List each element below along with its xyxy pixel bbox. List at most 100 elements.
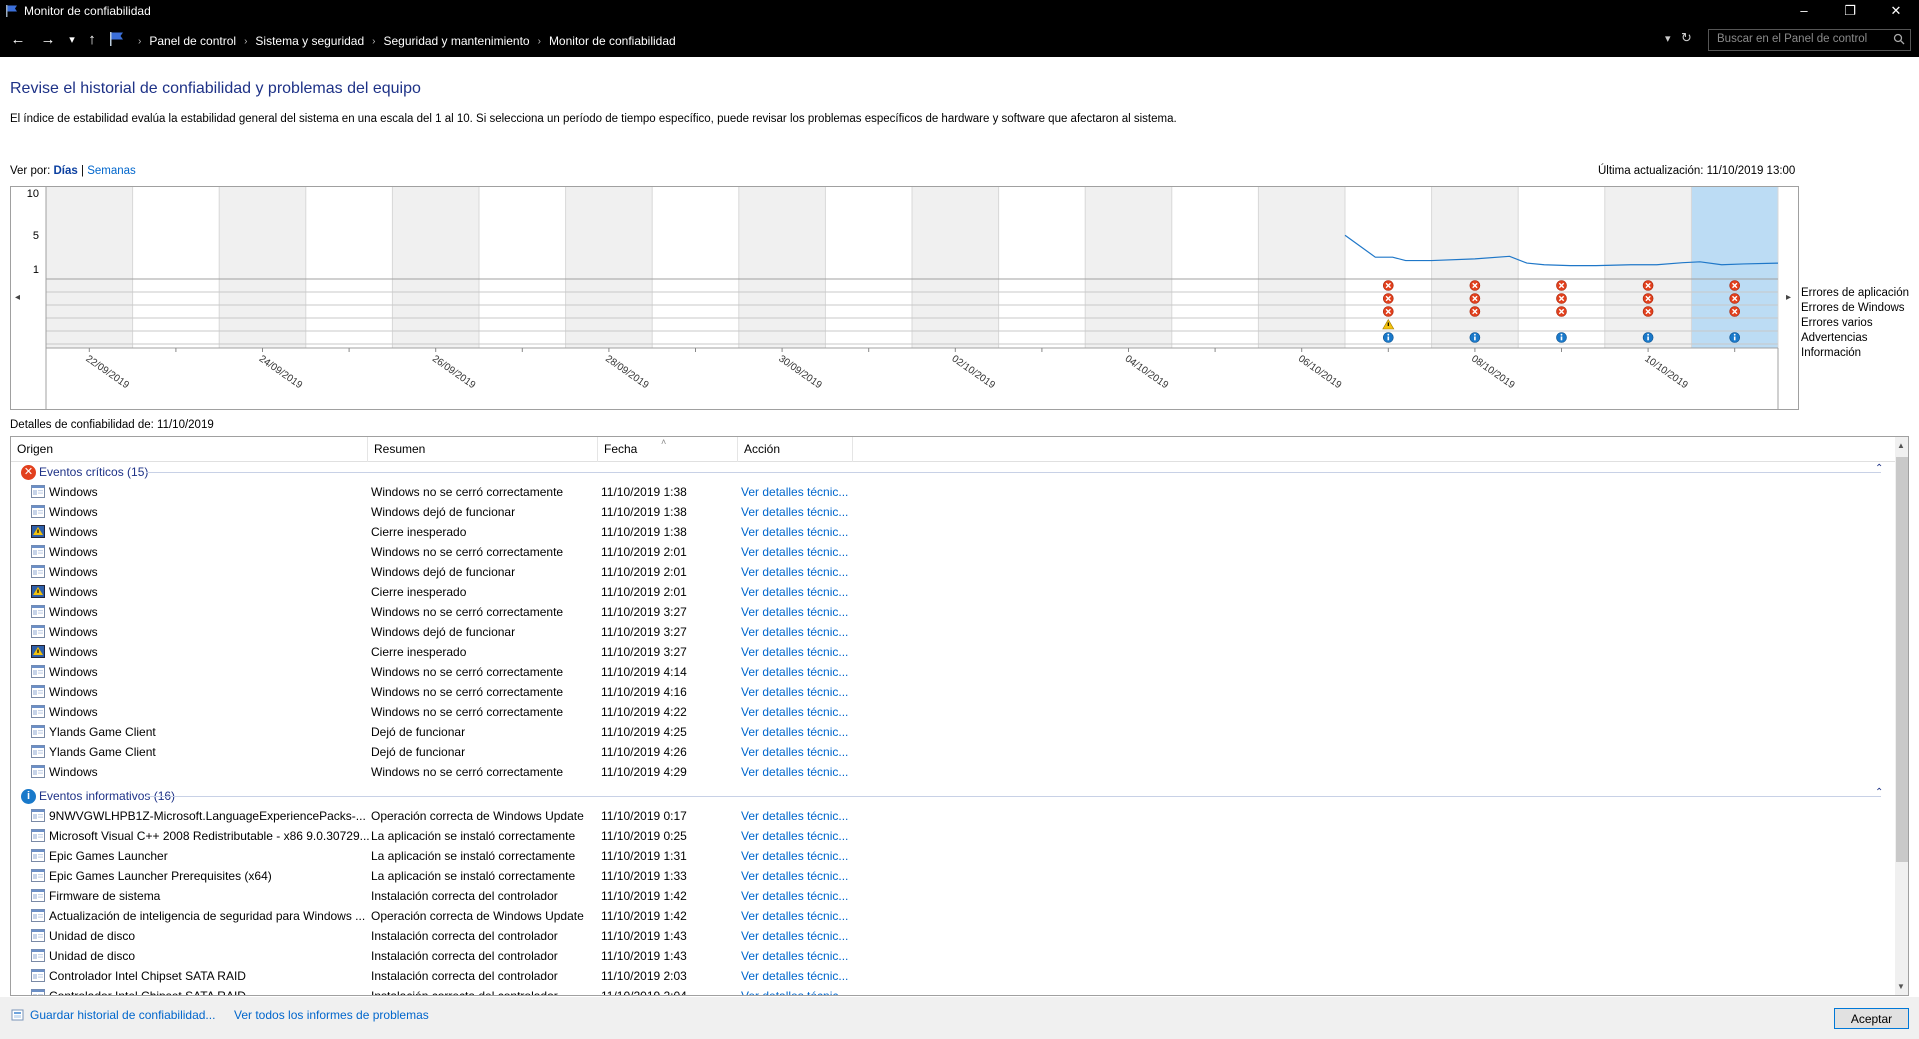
- table-row[interactable]: Microsoft Visual C++ 2008 Redistributabl…: [11, 826, 1895, 846]
- table-row[interactable]: Windows Windows no se cerró correctamente…: [11, 602, 1895, 622]
- view-technical-details-link[interactable]: Ver detalles técnic...: [741, 889, 861, 903]
- vertical-scrollbar[interactable]: ▲ ▼: [1895, 437, 1908, 995]
- address-dropdown-icon[interactable]: ▾: [1665, 32, 1671, 45]
- back-arrow-icon[interactable]: ←: [8, 30, 28, 50]
- x-tick-label: 06/10/2019: [1296, 353, 1344, 391]
- column-header-date[interactable]: Fecha: [598, 437, 738, 462]
- chart-scroll-left-icon[interactable]: ◂: [15, 292, 20, 303]
- scroll-down-icon[interactable]: ▼: [1897, 982, 1905, 991]
- view-technical-details-link[interactable]: Ver detalles técnic...: [741, 725, 861, 739]
- view-days-link[interactable]: Días: [53, 165, 77, 177]
- row-source: Firmware de sistema: [49, 889, 161, 903]
- table-row[interactable]: Windows Windows no se cerró correctamente…: [11, 482, 1895, 502]
- view-technical-details-link[interactable]: Ver detalles técnic...: [741, 765, 861, 779]
- breadcrumb-item[interactable]: Panel de control: [149, 34, 236, 48]
- row-summary: Windows no se cerró correctamente: [371, 665, 564, 679]
- view-technical-details-link[interactable]: Ver detalles técnic...: [741, 645, 861, 659]
- collapse-chevron-icon[interactable]: ⌃: [1875, 463, 1883, 474]
- view-technical-details-link[interactable]: Ver detalles técnic...: [741, 829, 861, 843]
- column-header-summary[interactable]: Resumen: [368, 437, 598, 462]
- minimize-button[interactable]: –: [1781, 0, 1827, 22]
- page-description: El índice de estabilidad evalúa la estab…: [10, 113, 1177, 125]
- collapse-chevron-icon[interactable]: ⌃: [1875, 787, 1883, 798]
- search-input[interactable]: Buscar en el Panel de control: [1708, 29, 1911, 51]
- critical-events-group-header[interactable]: ✕ Eventos críticos (15) ⌃: [11, 462, 1895, 482]
- table-row[interactable]: Controlador Intel Chipset SATA RAID Insta…: [11, 986, 1895, 995]
- view-technical-details-link[interactable]: Ver detalles técnic...: [741, 565, 861, 579]
- chart-column: [1518, 187, 1605, 348]
- view-technical-details-link[interactable]: Ver detalles técnic...: [741, 909, 861, 923]
- row-source: Controlador Intel Chipset SATA RAID: [49, 969, 246, 983]
- column-header-origin[interactable]: Origen: [11, 437, 368, 462]
- view-technical-details-link[interactable]: Ver detalles técnic...: [741, 809, 861, 823]
- row-summary: Dejó de funcionar: [371, 725, 466, 739]
- view-technical-details-link[interactable]: Ver detalles técnic...: [741, 685, 861, 699]
- view-technical-details-link[interactable]: Ver detalles técnic...: [741, 849, 861, 863]
- refresh-icon[interactable]: ↻: [1681, 30, 1692, 46]
- table-row[interactable]: Epic Games Launcher Prerequisites (x64) L…: [11, 866, 1895, 886]
- table-row[interactable]: Windows Windows dejó de funcionar 11/10/20…: [11, 562, 1895, 582]
- table-row[interactable]: Ylands Game Client Dejó de funcionar 11/10…: [11, 742, 1895, 762]
- details-grid[interactable]: Origen Resumen Fecha Acción ˄ ✕ Eventos c…: [10, 436, 1909, 996]
- view-technical-details-link[interactable]: Ver detalles técnic...: [741, 705, 861, 719]
- info-events-group-header[interactable]: i Eventos informativos (16) ⌃: [11, 786, 1895, 806]
- table-row[interactable]: Windows Windows dejó de funcionar 11/10/20…: [11, 502, 1895, 522]
- view-weeks-link[interactable]: Semanas: [87, 165, 136, 177]
- view-technical-details-link[interactable]: Ver detalles técnic...: [741, 485, 861, 499]
- close-button[interactable]: ✕: [1873, 0, 1919, 22]
- reliability-chart-svg[interactable]: 10 5 1 22/09/2019 24/09/2019 26/09/2019 28/09/…: [11, 187, 1798, 409]
- reliability-chart[interactable]: 10 5 1 22/09/2019 24/09/2019 26/09/2019 28/09/…: [10, 186, 1799, 410]
- table-row[interactable]: Unidad de disco Instalación correcta del …: [11, 946, 1895, 966]
- breadcrumb-item[interactable]: Seguridad y mantenimiento: [384, 34, 530, 48]
- recent-locations-icon[interactable]: ▾: [62, 30, 82, 50]
- chart-scroll-right-icon[interactable]: ▸: [1786, 292, 1791, 303]
- view-technical-details-link[interactable]: Ver detalles técnic...: [741, 605, 861, 619]
- table-row[interactable]: Windows Windows dejó de funcionar 11/10/20…: [11, 622, 1895, 642]
- table-row[interactable]: Windows Windows no se cerró correctamente…: [11, 662, 1895, 682]
- view-technical-details-link[interactable]: Ver detalles técnic...: [741, 625, 861, 639]
- table-row[interactable]: Actualización de inteligencia de segurid…: [11, 906, 1895, 926]
- view-technical-details-link[interactable]: Ver detalles técnic...: [741, 745, 861, 759]
- view-technical-details-link[interactable]: Ver detalles técnic...: [741, 929, 861, 943]
- table-row[interactable]: Windows Windows no se cerró correctamente…: [11, 542, 1895, 562]
- table-row[interactable]: Epic Games Launcher La aplicación se inst…: [11, 846, 1895, 866]
- table-row[interactable]: Firmware de sistema Instalación correcta …: [11, 886, 1895, 906]
- scrollbar-thumb[interactable]: [1896, 457, 1908, 862]
- up-arrow-icon[interactable]: ↑: [82, 30, 102, 50]
- forward-arrow-icon[interactable]: →: [38, 30, 58, 50]
- table-row[interactable]: Ylands Game Client Dejó de funcionar 11/10…: [11, 722, 1895, 742]
- row-summary: Windows no se cerró correctamente: [371, 545, 564, 559]
- row-summary: Instalación correcta del controlador: [371, 969, 558, 983]
- table-row[interactable]: Windows Windows no se cerró correctamente…: [11, 762, 1895, 782]
- maximize-button[interactable]: ❐: [1827, 0, 1873, 22]
- table-row[interactable]: Unidad de disco Instalación correcta del …: [11, 926, 1895, 946]
- column-header-action[interactable]: Acción: [738, 437, 853, 462]
- ok-button[interactable]: Aceptar: [1834, 1008, 1909, 1029]
- view-reports-link[interactable]: Ver todos los informes de problemas: [234, 1008, 429, 1022]
- view-technical-details-link[interactable]: Ver detalles técnic...: [741, 585, 861, 599]
- view-technical-details-link[interactable]: Ver detalles técnic...: [741, 525, 861, 539]
- scroll-up-icon[interactable]: ▲: [1897, 441, 1905, 450]
- view-technical-details-link[interactable]: Ver detalles técnic...: [741, 505, 861, 519]
- search-icon[interactable]: [1893, 33, 1905, 45]
- table-row[interactable]: Windows Windows no se cerró correctamente…: [11, 682, 1895, 702]
- info-icon-mark: [1474, 336, 1476, 341]
- view-technical-details-link[interactable]: Ver detalles técnic...: [741, 665, 861, 679]
- view-technical-details-link[interactable]: Ver detalles técnic...: [741, 969, 861, 983]
- table-row[interactable]: Windows Windows no se cerró correctamente…: [11, 702, 1895, 722]
- view-technical-details-link[interactable]: Ver detalles técnic...: [741, 545, 861, 559]
- breadcrumb-item[interactable]: Sistema y seguridad: [255, 34, 364, 48]
- view-technical-details-link[interactable]: Ver detalles técnic...: [741, 949, 861, 963]
- table-row[interactable]: Windows Cierre inesperado 11/10/2019 3:27 V…: [11, 642, 1895, 662]
- application-window-icon: [31, 625, 45, 638]
- row-summary: La aplicación se instaló correctamente: [371, 829, 576, 843]
- view-technical-details-link[interactable]: Ver detalles técnic...: [741, 869, 861, 883]
- application-window-icon: [31, 765, 45, 778]
- save-history-link[interactable]: Guardar historial de confiabilidad...: [30, 1008, 215, 1022]
- view-technical-details-link[interactable]: Ver detalles técnic...: [741, 989, 861, 995]
- breadcrumb-item[interactable]: Monitor de confiabilidad: [549, 34, 676, 48]
- table-row[interactable]: Controlador Intel Chipset SATA RAID Insta…: [11, 966, 1895, 986]
- table-row[interactable]: 9NWVGWLHPB1Z-Microsoft.LanguageExperienc…: [11, 806, 1895, 826]
- table-row[interactable]: Windows Cierre inesperado 11/10/2019 2:01 V…: [11, 582, 1895, 602]
- table-row[interactable]: Windows Cierre inesperado 11/10/2019 1:38 V…: [11, 522, 1895, 542]
